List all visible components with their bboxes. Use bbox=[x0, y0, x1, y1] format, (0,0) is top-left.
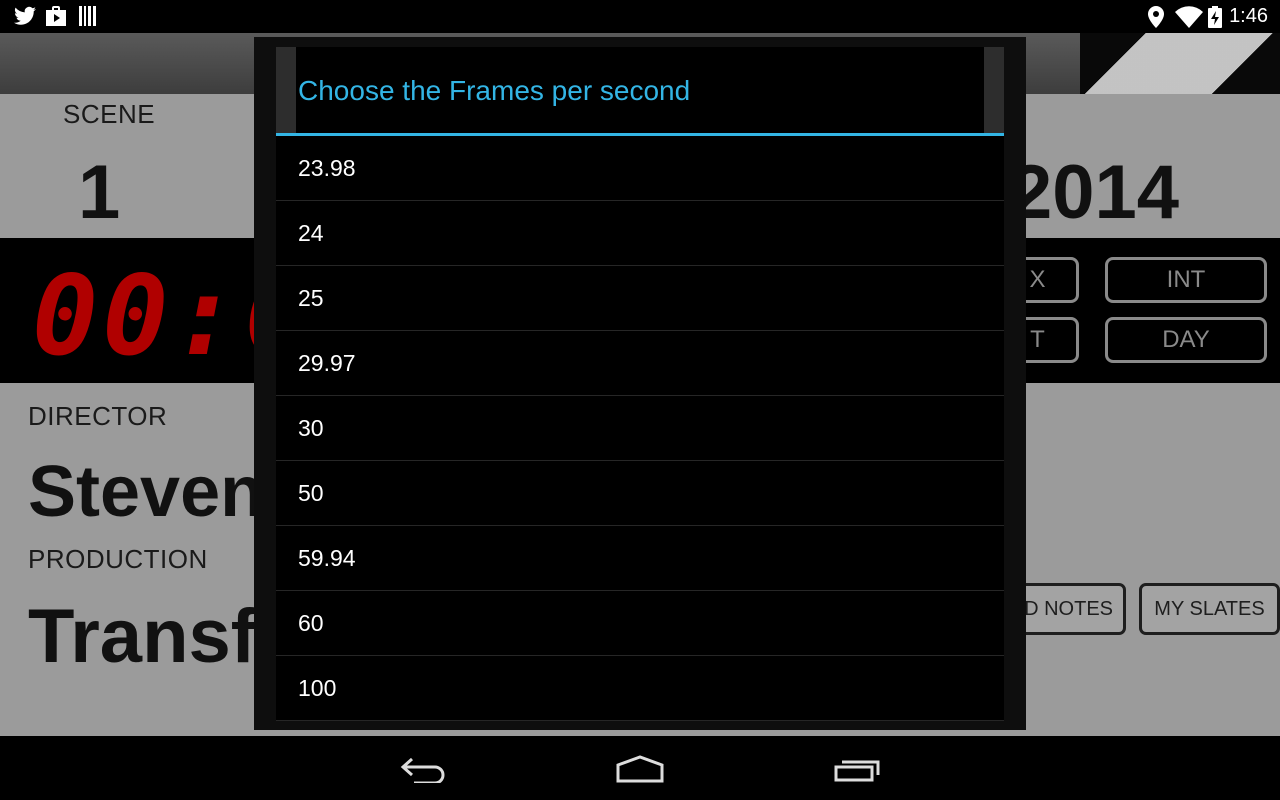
fps-option-list: 23.98 24 25 29.97 30 50 59.94 60 100 bbox=[276, 136, 1004, 721]
director-label: DIRECTOR bbox=[28, 401, 168, 431]
fps-dialog: Choose the Frames per second 23.98 24 25… bbox=[254, 37, 1026, 730]
fps-option[interactable]: 100 bbox=[276, 656, 1004, 721]
director-value[interactable]: Steven bbox=[28, 451, 264, 533]
play-store-icon bbox=[45, 6, 67, 31]
navigation-bar bbox=[0, 736, 1280, 800]
day-button[interactable]: DAY bbox=[1105, 317, 1267, 363]
wifi-icon bbox=[1175, 6, 1203, 33]
fps-option[interactable]: 59.94 bbox=[276, 526, 1004, 591]
battery-charging-icon bbox=[1208, 6, 1222, 33]
scene-label: SCENE bbox=[63, 99, 156, 129]
fps-option[interactable]: 50 bbox=[276, 461, 1004, 526]
fps-option[interactable]: 23.98 bbox=[276, 136, 1004, 201]
location-icon bbox=[1148, 6, 1164, 33]
scene-value[interactable]: 1 bbox=[78, 149, 120, 236]
twitter-icon bbox=[14, 6, 36, 31]
fps-option[interactable]: 30 bbox=[276, 396, 1004, 461]
date-value[interactable]: 2014 bbox=[1010, 149, 1179, 236]
fps-option[interactable]: 29.97 bbox=[276, 331, 1004, 396]
production-value[interactable]: Transf bbox=[28, 593, 256, 680]
my-slates-button[interactable]: MY SLATES bbox=[1139, 583, 1280, 635]
recent-apps-icon[interactable] bbox=[828, 752, 888, 786]
fps-option[interactable]: 24 bbox=[276, 201, 1004, 266]
status-bar: 1:46 bbox=[0, 0, 1280, 33]
fps-option[interactable]: 60 bbox=[276, 591, 1004, 656]
home-icon[interactable] bbox=[610, 752, 670, 786]
barcode-icon bbox=[79, 6, 97, 31]
production-label: PRODUCTION bbox=[28, 544, 208, 574]
status-time: 1:46 bbox=[1229, 5, 1268, 27]
dialog-header: Choose the Frames per second bbox=[276, 47, 1004, 136]
int-button[interactable]: INT bbox=[1105, 257, 1267, 303]
fps-option[interactable]: 25 bbox=[276, 266, 1004, 331]
dialog-title: Choose the Frames per second bbox=[298, 75, 691, 106]
back-icon[interactable] bbox=[394, 752, 454, 786]
